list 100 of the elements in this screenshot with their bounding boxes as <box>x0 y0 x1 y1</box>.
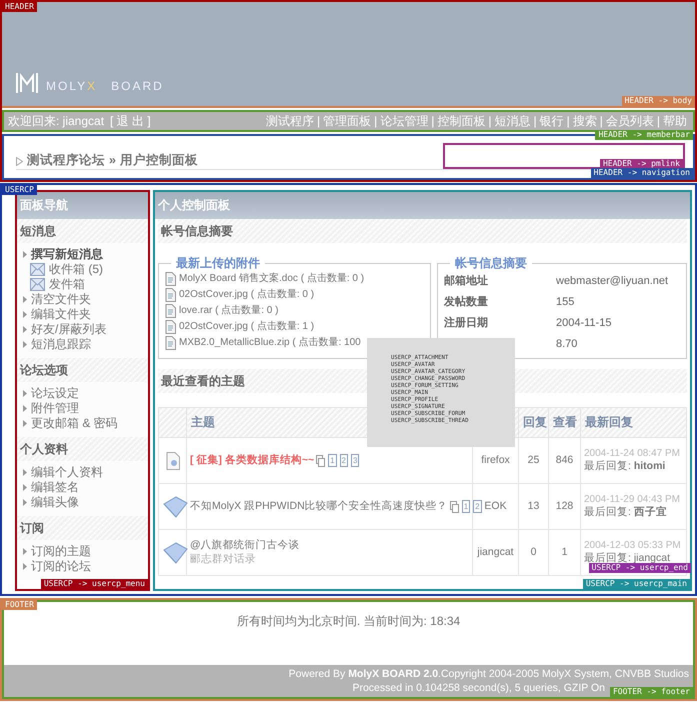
region-label: HEADER -> body <box>622 96 695 106</box>
mail-icon <box>30 278 45 291</box>
arrow-icon <box>23 548 27 555</box>
menu-item[interactable]: 订阅的主题 <box>23 544 148 559</box>
arrow-icon <box>23 251 27 258</box>
field-value: 2004-11-15 <box>556 316 612 330</box>
section-heading: 个人资料 <box>17 437 148 461</box>
menu-item[interactable]: 编辑签名 <box>23 480 148 495</box>
attachment-link[interactable]: MXB2.0_MetallicBlue.zip ( 点击数量: 100 <box>179 336 361 350</box>
pages-icon <box>316 454 326 466</box>
region-label: USERCP -> usercp_end <box>588 563 691 573</box>
field-value: 155 <box>556 296 574 310</box>
arrow-icon <box>23 341 27 348</box>
link-separator: | <box>430 114 436 128</box>
region-label: HEADER <box>2 2 37 12</box>
arrow-icon <box>23 390 27 397</box>
column-header: 回复 <box>518 408 548 438</box>
powered-by-text: Powered By MolyX BOARD 2.0.Copyright 2004-2005 MolyX System, CNVBB Studios <box>288 667 689 681</box>
link-separator: | <box>566 114 571 128</box>
page-link[interactable]: 1 <box>462 500 470 513</box>
breadcrumb-link[interactable]: 测试程序论坛 <box>27 153 105 169</box>
breadcrumb-link[interactable]: 用户控制面板 <box>120 153 198 169</box>
arrow-icon <box>23 311 27 318</box>
arrow-icon <box>23 326 27 333</box>
field-label: 发帖数量 <box>444 296 489 310</box>
field-label: 注册日期 <box>444 316 489 330</box>
menu-item[interactable]: 收件箱 (5) <box>23 262 148 277</box>
menu-item[interactable]: 更改邮箱 & 密码 <box>23 416 148 431</box>
menu-item[interactable]: 好友/屏蔽列表 <box>23 322 148 337</box>
reply-time: 2004-11-24 08:47 PM <box>584 448 681 460</box>
menu-item[interactable]: 订阅的论坛 <box>23 559 148 574</box>
field-value: webmaster@liyuan.net <box>556 274 668 288</box>
file-icon <box>165 320 176 334</box>
topic-subtitle: 郦志群对话录 <box>190 552 257 566</box>
column-header: 最新回复 <box>580 408 686 438</box>
view-count: 128 <box>548 484 580 530</box>
region-label: USERCP -> usercp_main <box>582 579 690 589</box>
link-separator: | <box>373 114 378 128</box>
arrow-icon <box>23 484 27 491</box>
menu-item[interactable]: 附件管理 <box>23 401 148 416</box>
group-legend: 帐号信息摘要 <box>450 255 532 271</box>
view-count: 1 <box>548 530 580 576</box>
page-link[interactable]: 2 <box>340 454 348 467</box>
menu-item[interactable]: 撰写新短消息 <box>23 247 148 262</box>
view-count: 846 <box>548 438 580 484</box>
link-separator: | <box>656 114 661 128</box>
last-reply-by: 最后回复: hitomi <box>584 460 666 474</box>
reply-count: 0 <box>518 530 548 576</box>
region-label: HEADER -> pmlink <box>600 159 683 169</box>
arrow-icon <box>23 296 27 303</box>
last-reply-by: 最后回复: jiangcat <box>584 552 670 564</box>
menu-item[interactable]: 清空文件夹 <box>23 292 148 307</box>
page-link[interactable]: 1 <box>328 454 337 467</box>
arrow-icon <box>23 499 27 506</box>
breadcrumb-separator: » <box>109 153 116 169</box>
group-legend: 最新上传的附件 <box>171 255 265 271</box>
welcome-text: 欢迎回来: jiangcat <box>8 114 104 128</box>
menu-item[interactable]: 论坛设定 <box>23 386 148 401</box>
triangle-icon <box>16 156 23 166</box>
topic-link[interactable]: @八旗都统衙门古今谈 <box>190 539 300 552</box>
region-label: USERCP <box>2 185 37 195</box>
field-value: 8.70 <box>556 338 578 352</box>
topic-link[interactable]: 不知MolyX 跟PHPWIDN比较哪个安全性高速度快些？ <box>190 500 448 514</box>
reply-count: 25 <box>518 438 548 484</box>
menu-item[interactable]: 发件箱 <box>23 277 148 292</box>
panel-title: 个人控制面板 <box>155 192 690 219</box>
region-label: FOOTER <box>2 600 37 610</box>
file-icon <box>165 336 176 350</box>
author-cell: jiangcat <box>472 530 518 576</box>
file-icon <box>165 304 176 318</box>
logo-icon <box>16 72 38 94</box>
section-heading: 短消息 <box>17 219 148 243</box>
pages-icon <box>450 500 459 512</box>
link-separator: | <box>532 114 538 128</box>
menu-item[interactable]: 编辑个人资料 <box>23 465 148 480</box>
link-separator: | <box>487 114 492 128</box>
menu-item[interactable]: 编辑文件夹 <box>23 307 148 322</box>
topic-link[interactable]: [ 征集] 各类数据库结构~~ <box>190 454 314 468</box>
region-label: HEADER -> navigation <box>590 168 693 178</box>
arrow-icon <box>23 405 27 412</box>
column-header: 查看 <box>548 408 580 438</box>
link-separator: | <box>316 114 322 128</box>
menu-item[interactable]: 短消息跟踪 <box>23 337 148 352</box>
page-link[interactable]: 2 <box>473 500 482 513</box>
reply-count: 13 <box>518 484 548 530</box>
section-heading: 论坛选项 <box>17 358 148 382</box>
processed-text: Processed in 0.104258 second(s), 5 queries, GZIP On <box>352 682 605 694</box>
attachment-link[interactable]: 02OstCover.jpg ( 点击数量: 1 ) <box>179 320 314 334</box>
attachment-link[interactable]: 02OstCover.jpg ( 点击数量: 0 ) <box>179 288 314 302</box>
file-icon <box>165 288 176 302</box>
attachment-link[interactable]: love.rar ( 点击数量: 0 ) <box>179 304 278 318</box>
region-label: HEADER -> memberbar <box>595 130 693 140</box>
page-link[interactable]: 3 <box>351 454 360 467</box>
arrow-icon <box>23 420 27 427</box>
attachment-link[interactable]: MolyX Board 销售文案.doc ( 点击数量: 0 ) <box>179 272 364 286</box>
region-label: USERCP -> usercp_menu <box>40 579 148 589</box>
reply-time: 2004-11-29 04:43 PM <box>584 494 681 506</box>
menu-item[interactable]: 编辑头像 <box>23 495 148 510</box>
timezone-text: 所有时间均为北京时间. 当前时间为: 18:34 <box>236 614 460 628</box>
file-icon <box>165 272 176 286</box>
